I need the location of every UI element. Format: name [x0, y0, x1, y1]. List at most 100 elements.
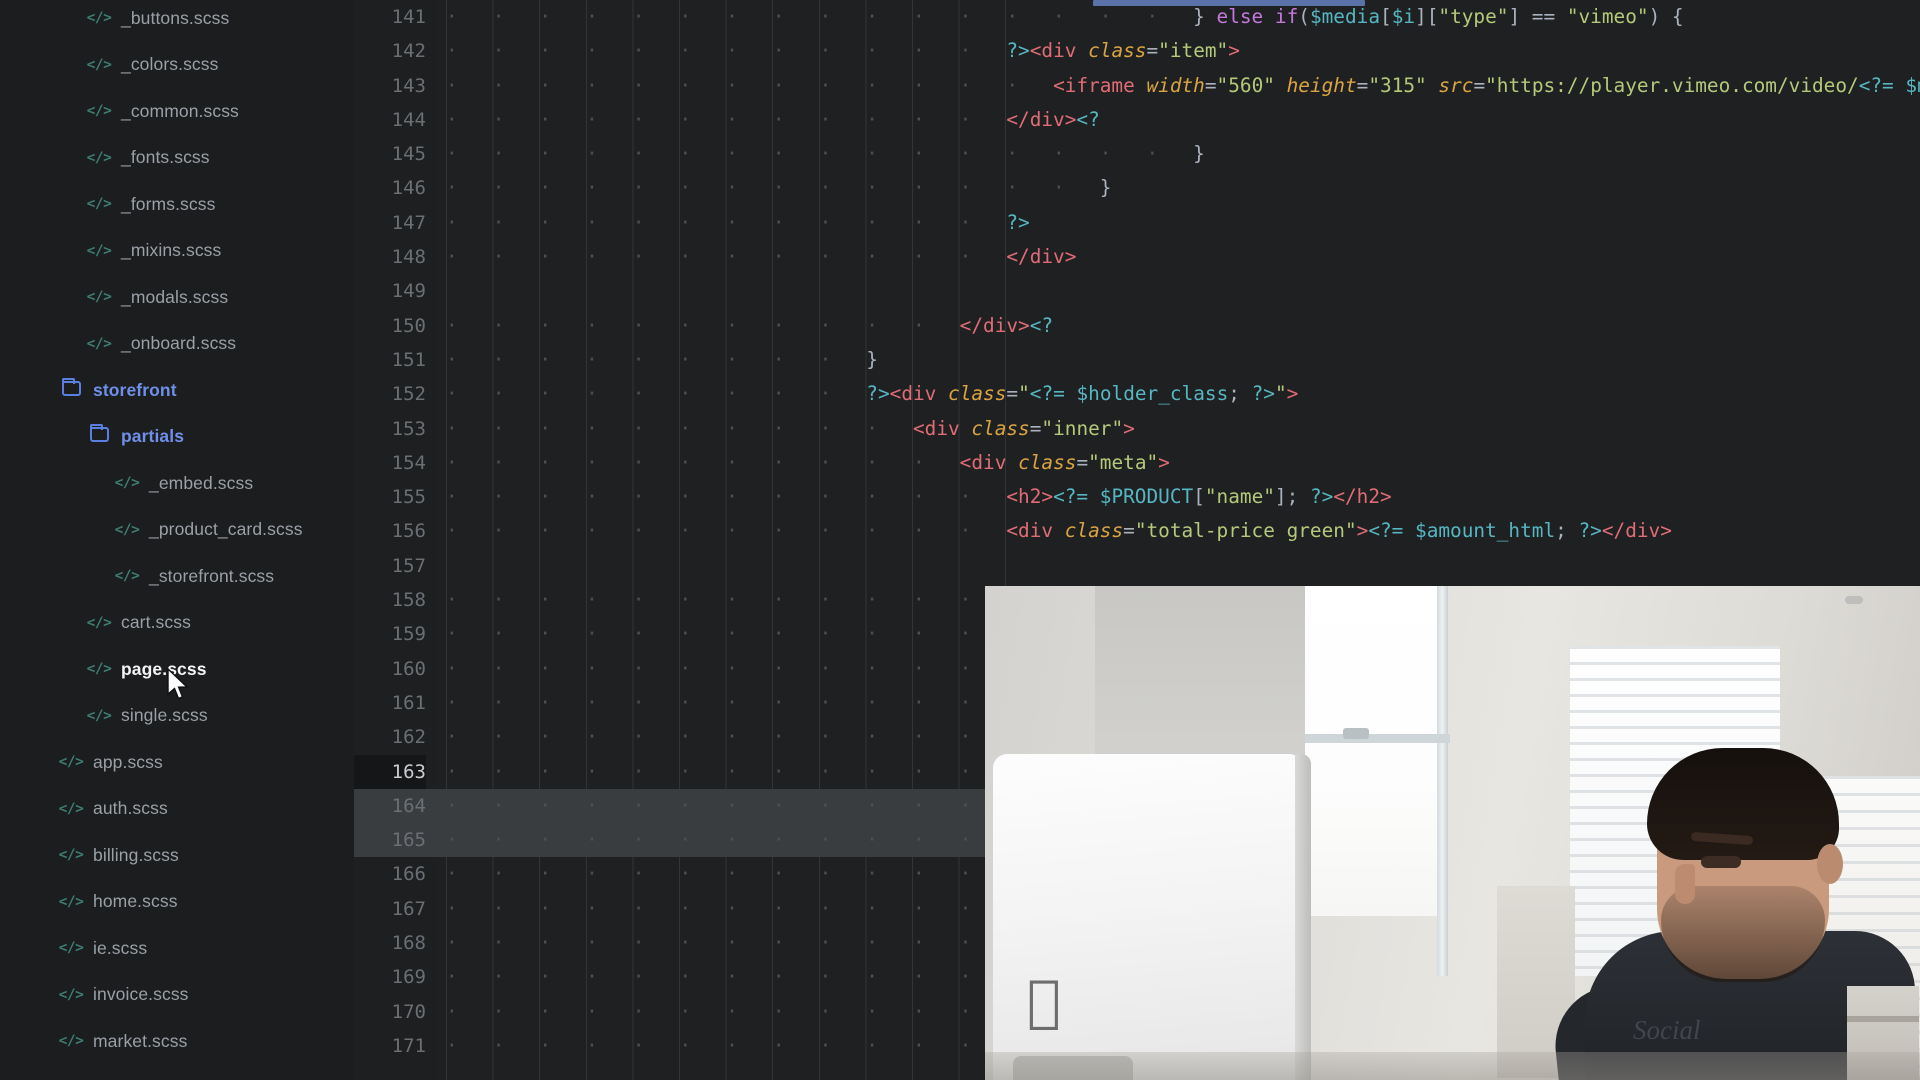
token-tag: <div — [1006, 519, 1054, 543]
token-str: "inner" — [1041, 416, 1124, 440]
code-line[interactable]: 147 · · · · · · · · · · · · ?> — [354, 206, 1920, 240]
line-number: 168 — [391, 932, 426, 955]
token-tag: > — [1286, 382, 1299, 406]
code-line[interactable]: 155 · · · · · · · · · · · · <h2><?= $PROD… — [354, 480, 1920, 514]
tree-item-home-scss[interactable]: </> home.scss — [0, 879, 354, 926]
token-str: "560" — [1216, 73, 1275, 97]
indent-dots: · · · · · · · · · — [446, 382, 867, 406]
line-number: 157 — [391, 554, 426, 577]
line-number: 160 — [391, 657, 426, 680]
tree-item--buttons-scss[interactable]: </> _buttons.scss — [0, 0, 354, 42]
code-line[interactable]: 153 · · · · · · · · · · <div class="inner… — [354, 412, 1920, 446]
imac-edge — [1295, 754, 1311, 1080]
code-line[interactable]: 157 — [354, 549, 1920, 583]
imac-panel-top — [1095, 586, 1305, 761]
tree-item--onboard-scss[interactable]: </> _onboard.scss — [0, 321, 354, 368]
line-number: 170 — [391, 1000, 426, 1023]
tree-item-app-scss[interactable]: </> app.scss — [0, 739, 354, 786]
tree-item-page-scss[interactable]: </> page.scss — [0, 646, 354, 693]
code-line[interactable]: 142 · · · · · · · · · · · · ?><div class=… — [354, 34, 1920, 68]
code-file-icon: </> — [58, 893, 84, 910]
tree-item-billing-scss[interactable]: </> billing.scss — [0, 832, 354, 879]
code-line-source: · · · · · · · · · · · · ?> — [446, 206, 1920, 240]
code-file-icon: </> — [86, 242, 112, 259]
tree-item-label: _colors.scss — [121, 54, 219, 75]
token-tag: <div — [889, 382, 937, 406]
tree-item-invoice-scss[interactable]: </> invoice.scss — [0, 972, 354, 1019]
code-line[interactable]: 154 · · · · · · · · · · · <div class="met… — [354, 446, 1920, 480]
code-line[interactable]: 145 · · · · · · · · · · · · · · · · } — [354, 137, 1920, 171]
tree-item--storefront-scss[interactable]: </> _storefront.scss — [0, 553, 354, 600]
tree-item-label: cart.scss — [121, 612, 191, 633]
stool-rail — [1847, 1016, 1919, 1022]
token-attr: class — [948, 382, 1007, 406]
code-line[interactable]: 150 · · · · · · · · · · · </div><? — [354, 309, 1920, 343]
webcam-video-overlay[interactable]:  Social — [985, 586, 1920, 1080]
code-line[interactable]: 148 · · · · · · · · · · · · </div> — [354, 240, 1920, 274]
code-file-icon: </> — [86, 707, 112, 724]
token-punc: = — [1029, 416, 1042, 440]
tree-item--product-card-scss[interactable]: </> _product_card.scss — [0, 507, 354, 554]
token-punc: = — [1204, 73, 1217, 97]
indent-dots: · · · · · · · · · · · · — [446, 588, 1007, 612]
tree-item--embed-scss[interactable]: </> _embed.scss — [0, 460, 354, 507]
tree-item--modals-scss[interactable]: </> _modals.scss — [0, 274, 354, 321]
indent-dots: · · · · · · · · · · · · · · — [446, 176, 1100, 200]
tree-item--mixins-scss[interactable]: </> _mixins.scss — [0, 228, 354, 275]
tree-item-label: _storefront.scss — [149, 565, 275, 586]
token-php: ?> — [1309, 485, 1334, 509]
indent-dots: · · · · · · · · · · — [446, 416, 913, 440]
tree-item--colors-scss[interactable]: </> _colors.scss — [0, 42, 354, 89]
indent-dots: · · · · · · · · · · · · · — [446, 656, 1054, 680]
code-file-icon: </> — [86, 103, 112, 120]
tree-item-label: ie.scss — [93, 937, 148, 958]
tree-item-partials[interactable]: partials — [0, 414, 354, 461]
token-str: " — [1018, 382, 1030, 406]
code-line[interactable]: 152 · · · · · · · · · ?><div class="<?= $… — [354, 377, 1920, 411]
token-tag: </div> — [1006, 107, 1077, 131]
tree-item-auth-scss[interactable]: </> auth.scss — [0, 786, 354, 833]
token-php: <? — [1029, 313, 1054, 337]
code-line[interactable]: 144 · · · · · · · · · · · · </div><? — [354, 103, 1920, 137]
file-explorer-sidebar[interactable]: </> _buttons.scss </> _colors.scss </> _commo… — [0, 0, 354, 1080]
token-var: $media — [1905, 73, 1920, 97]
token-punc: ][ — [1415, 5, 1439, 28]
indent-dots: · · · · · · · · · · · — [446, 450, 960, 474]
token-punc: = — [1146, 39, 1159, 63]
indent-dots: · · · · · · · · · · · · — [446, 519, 1007, 543]
line-number: 151 — [391, 348, 426, 371]
line-number: 161 — [391, 691, 426, 714]
code-file-icon: </> — [86, 289, 112, 306]
code-line[interactable]: 146 · · · · · · · · · · · · · · } — [354, 171, 1920, 205]
code-line[interactable]: 156 · · · · · · · · · · · · <div class="t… — [354, 514, 1920, 548]
tree-item-cart-scss[interactable]: </> cart.scss — [0, 600, 354, 647]
token-var: $amount_html — [1415, 519, 1556, 543]
code-line-source: · · · · · · · · · · · · · · } — [446, 171, 1920, 205]
code-line[interactable]: 149 — [354, 274, 1920, 308]
tree-item-label: home.scss — [93, 891, 178, 912]
tree-item--fonts-scss[interactable]: </> _fonts.scss — [0, 135, 354, 182]
tree-item-single-scss[interactable]: </> single.scss — [0, 693, 354, 740]
token-attr: class — [1088, 39, 1147, 63]
line-number: 146 — [391, 177, 426, 200]
tree-item-storefront[interactable]: storefront — [0, 367, 354, 414]
token-php: <?= — [1029, 382, 1065, 406]
tree-item-market-scss[interactable]: </> market.scss — [0, 1018, 354, 1065]
token-tag: > — [1356, 519, 1369, 543]
file-tree[interactable]: </> _buttons.scss </> _colors.scss </> _commo… — [0, 0, 354, 1065]
token-tag: </div> — [1601, 519, 1672, 543]
tree-item--forms-scss[interactable]: </> _forms.scss — [0, 181, 354, 228]
folder-glyph-icon — [89, 424, 109, 443]
tree-item-ie-scss[interactable]: </> ie.scss — [0, 925, 354, 972]
tree-item-label: _forms.scss — [121, 193, 216, 214]
token-php: <?= — [1858, 73, 1894, 97]
code-line[interactable]: 143 · · · · · · · · · · · · · <iframe wid… — [354, 69, 1920, 103]
code-line[interactable]: 151 · · · · · · · · · } — [354, 343, 1920, 377]
tree-item-label: _embed.scss — [149, 472, 254, 493]
tree-item--common-scss[interactable]: </> _common.scss — [0, 88, 354, 135]
token-str: "https://player.vimeo.com/video/ — [1485, 73, 1859, 97]
